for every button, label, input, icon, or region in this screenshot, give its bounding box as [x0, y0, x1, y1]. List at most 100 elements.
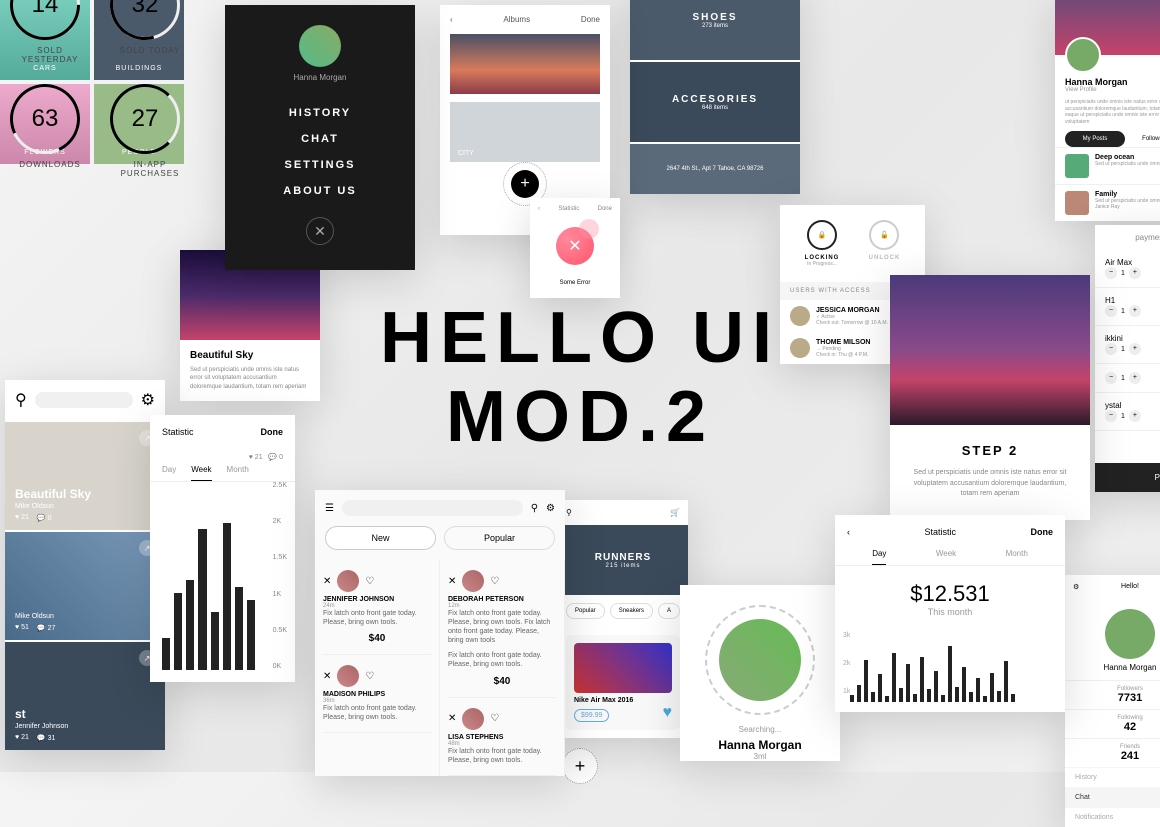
done-button[interactable]: Done — [261, 427, 284, 437]
avatar[interactable] — [337, 665, 359, 687]
search-input[interactable] — [342, 500, 523, 516]
plus-button[interactable]: + — [1129, 267, 1141, 279]
tab-month[interactable]: Month — [1006, 549, 1028, 565]
tab-day[interactable]: Day — [162, 465, 176, 481]
error-card: ‹ Statistic Done ✕ Some Error — [530, 198, 620, 298]
unlock-button[interactable]: 🔓 UNLOCK — [869, 220, 901, 267]
done-button[interactable]: Done — [581, 15, 600, 24]
plus-button[interactable]: + — [1129, 410, 1141, 422]
chip[interactable]: A — [658, 603, 680, 619]
minus-button[interactable]: − — [1105, 267, 1117, 279]
plus-button[interactable]: + — [1129, 343, 1141, 355]
albums-title: Albums — [503, 15, 530, 24]
done-button[interactable]: Done — [1030, 527, 1053, 537]
plus-button[interactable]: + — [1129, 372, 1141, 384]
chip-popular[interactable]: Popular — [566, 603, 605, 619]
heart-icon[interactable]: ♥ — [663, 704, 673, 722]
feed-item[interactable]: ↗ st Jennifer Johnson ♥ 21💬 31 — [5, 640, 165, 750]
runners-hero[interactable]: RUNNERS 215 items — [558, 525, 688, 595]
searching-card: Searching... Hanna Morgan 3ml — [680, 585, 840, 761]
avatar — [790, 306, 810, 326]
address[interactable]: 2647 4th St., Apt 7 Tahoe, CA 98726 — [630, 144, 800, 194]
pay-button[interactable]: PAY — [1095, 463, 1160, 492]
category-shoes[interactable]: SHOES273 items — [630, 0, 800, 60]
album-image[interactable] — [450, 34, 600, 94]
category-accessories[interactable]: ACCESORIES648 items — [630, 62, 800, 142]
minus-button[interactable]: − — [1105, 372, 1117, 384]
feed-item[interactable]: ↗ Mike Oldsun ♥ 51💬 27 — [5, 530, 165, 640]
heart-icon[interactable]: ♡ — [490, 576, 499, 587]
tab-week[interactable]: Week — [936, 549, 956, 565]
back-icon[interactable]: ‹ — [847, 527, 850, 537]
avatar[interactable] — [462, 708, 484, 730]
gear-icon[interactable]: ⚙ — [1073, 583, 1079, 591]
menu-chat[interactable]: CHAT — [225, 133, 415, 145]
search-icon[interactable]: ⚲ — [531, 503, 538, 514]
feed-item[interactable]: ↗ Beautiful Sky Mike Oldsun ♥ 21💬 0 — [5, 420, 165, 530]
done-button[interactable]: Done — [598, 206, 612, 212]
minus-button[interactable]: − — [1105, 410, 1117, 422]
profile-hero — [1055, 0, 1160, 55]
tab-followers[interactable]: Followers — [1125, 131, 1160, 147]
menu-about[interactable]: ABOUT US — [225, 185, 415, 197]
close-icon[interactable]: ✕ — [556, 227, 594, 265]
avatar[interactable] — [719, 619, 801, 701]
nav-chat[interactable]: Chat› — [1065, 787, 1160, 807]
people-list: ☰ ⚲ ⚙ New Popular ✕♡ JENNIFER JOHNSON 24… — [315, 490, 565, 776]
heart-icon[interactable]: ♡ — [365, 576, 374, 587]
avatar[interactable] — [1065, 37, 1101, 73]
close-icon[interactable]: ✕ — [323, 671, 331, 682]
search-input[interactable] — [35, 392, 133, 408]
filter-icon[interactable]: ⚙ — [546, 503, 555, 514]
close-icon[interactable]: ✕ — [448, 576, 456, 587]
filter-icon[interactable]: ⚙ — [141, 390, 155, 410]
amount: $12.531 — [835, 581, 1065, 607]
heart-icon[interactable]: ♡ — [490, 713, 499, 724]
cart-icon[interactable]: 🛒 — [670, 508, 680, 517]
minus-button[interactable]: − — [1105, 305, 1117, 317]
stat-rings: 14SOLD YESTERDAY 32SOLD TODAY 63DOWNLOAD… — [10, 0, 210, 198]
menu-settings[interactable]: SETTINGS — [225, 159, 415, 171]
settings-card: ⚙Hello!☰ Hanna Morgan Followers7731 Foll… — [1065, 575, 1160, 827]
menu-icon[interactable]: ☰ — [325, 503, 334, 514]
search-icon[interactable]: ⚲ — [15, 390, 27, 410]
chip-sneakers[interactable]: Sneakers — [610, 603, 653, 619]
profile-card: Hanna Morgan View Profile ut perspiciati… — [1055, 0, 1160, 221]
avatar[interactable] — [337, 570, 359, 592]
categories-card: SHOES273 items ACCESORIES648 items 2647 … — [630, 0, 800, 194]
minus-button[interactable]: − — [1105, 343, 1117, 355]
stat-title: Statistic — [162, 427, 194, 437]
back-icon[interactable]: ‹ — [538, 206, 540, 212]
close-icon[interactable]: ✕ — [323, 576, 331, 587]
close-icon[interactable]: ✕ — [448, 713, 456, 724]
nav-history[interactable]: History — [1065, 767, 1160, 787]
heart-icon[interactable]: ♡ — [365, 671, 374, 682]
album-image[interactable]: CITY — [450, 102, 600, 162]
cart-header: payment method — [1095, 225, 1160, 250]
lock-button[interactable]: 🔒 LOCKING In Progress... — [805, 220, 840, 267]
lock-icon: 🔒 — [807, 220, 837, 250]
plus-button[interactable]: + — [1129, 305, 1141, 317]
sky-title: Beautiful Sky — [190, 350, 310, 361]
post-item[interactable]: FamilySed ut perspiciatis unde omnisJani… — [1055, 184, 1160, 221]
menu-history[interactable]: HISTORY — [225, 107, 415, 119]
add-icon[interactable]: + — [562, 748, 598, 784]
avatar[interactable] — [1105, 609, 1155, 659]
avatar[interactable] — [462, 570, 484, 592]
nav-notifications[interactable]: Notifications — [1065, 807, 1160, 827]
step-title: STEP 2 — [890, 443, 1090, 458]
tab-new[interactable]: New — [325, 526, 436, 550]
search-icon[interactable]: ⚲ — [566, 508, 572, 517]
close-icon[interactable]: ✕ — [306, 217, 334, 245]
tab-month[interactable]: Month — [227, 465, 249, 481]
tab-popular[interactable]: Popular — [444, 526, 555, 550]
tab-day[interactable]: Day — [872, 549, 886, 565]
avatar[interactable] — [299, 25, 341, 67]
tab-week[interactable]: Week — [191, 465, 211, 481]
add-icon[interactable]: + — [511, 170, 539, 198]
tab-posts[interactable]: My Posts — [1065, 131, 1125, 147]
product-card[interactable]: Nike Air Max 2016 $99.99 ♥ — [566, 635, 680, 730]
bar-chart: 2.5K2K1.5K1K0.5K0K — [150, 482, 295, 682]
post-item[interactable]: Deep oceanSed ut perspiciatis unde omnis… — [1055, 147, 1160, 184]
back-icon[interactable]: ‹ — [450, 15, 453, 24]
